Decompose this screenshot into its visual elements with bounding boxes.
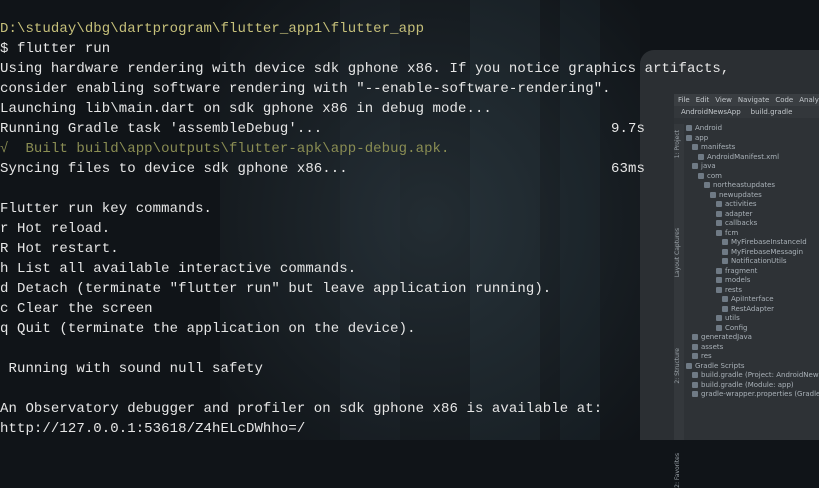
project-tree-label: activities: [725, 200, 757, 208]
terminal-line: d Detach (terminate "flutter run" but le…: [0, 279, 729, 299]
terminal-line-text: c Clear the screen: [0, 301, 153, 317]
ide-menu-item: Analyze: [799, 96, 819, 104]
terminal-line-text: D:\studay\dbg\dartprogram\flutter_app1\f…: [0, 21, 425, 37]
terminal-line-text: Launching lib\main.dart on sdk gphone x8…: [0, 101, 492, 117]
terminal-line: consider enabling software rendering wit…: [0, 79, 729, 99]
terminal-line-text: √ Built build\app\outputs\flutter-apk\ap…: [0, 141, 450, 157]
terminal-line-text: R Hot restart.: [0, 241, 119, 257]
terminal-line-text: consider enabling software rendering wit…: [0, 81, 611, 97]
terminal-line: Syncing files to device sdk gphone x86..…: [0, 159, 729, 179]
terminal-line-text: Using hardware rendering with device sdk…: [0, 61, 730, 77]
elapsed-time: 9.7s: [611, 121, 645, 137]
terminal-line: Launching lib\main.dart on sdk gphone x8…: [0, 99, 729, 119]
ide-menu-item: Code: [775, 96, 794, 104]
terminal-line: √ Built build\app\outputs\flutter-apk\ap…: [0, 139, 729, 159]
terminal-line-text: r Hot reload.: [0, 221, 111, 237]
project-tree-label: MyFirebaseInstanceId: [731, 238, 807, 246]
terminal-line: http://127.0.0.1:53618/Z4hELcDWhho=/: [0, 419, 729, 439]
terminal-line-text: Running Gradle task 'assembleDebug'...: [0, 121, 323, 137]
terminal-line-text: Syncing files to device sdk gphone x86..…: [0, 161, 348, 177]
terminal-line-text: An Observatory debugger and profiler on …: [0, 401, 603, 417]
terminal-line: Running with sound null safety: [0, 359, 729, 379]
terminal-line-text: Flutter run key commands.: [0, 201, 213, 217]
terminal-line: Flutter run key commands.: [0, 199, 729, 219]
ide-side-label: 2: Favorites: [674, 453, 681, 488]
terminal-output: D:\studay\dbg\dartprogram\flutter_app1\f…: [0, 19, 729, 439]
elapsed-time: 63ms: [611, 161, 645, 177]
terminal-line-text: h List all available interactive command…: [0, 261, 357, 277]
project-tree-label: RestAdapter: [731, 304, 775, 313]
project-tree-label: callbacks: [725, 219, 758, 227]
terminal-line-text: Running with sound null safety: [0, 361, 263, 377]
terminal-line: q Quit (terminate the application on the…: [0, 319, 729, 339]
terminal-line: h List all available interactive command…: [0, 259, 729, 279]
project-tree-label: NotificationUtils: [731, 257, 787, 265]
terminal-line: c Clear the screen: [0, 299, 729, 319]
terminal-line: r Hot reload.: [0, 219, 729, 239]
terminal-line-text: d Detach (terminate "flutter run" but le…: [0, 281, 552, 297]
terminal-line: R Hot restart.: [0, 239, 729, 259]
terminal-line: $ flutter run: [0, 39, 729, 59]
terminal-line-text: $ flutter run: [0, 41, 111, 57]
terminal-line: Running Gradle task 'assembleDebug'... 9.…: [0, 119, 729, 139]
terminal-line: Using hardware rendering with device sdk…: [0, 59, 729, 79]
terminal-line-text: q Quit (terminate the application on the…: [0, 321, 416, 337]
project-tree-label: MyFirebaseMessagin: [731, 247, 804, 256]
project-tree-label: ApiInterface: [731, 295, 774, 303]
terminal-line: D:\studay\dbg\dartprogram\flutter_app1\f…: [0, 19, 729, 39]
terminal-line: An Observatory debugger and profiler on …: [0, 399, 729, 419]
project-tree-label: fragment: [725, 266, 758, 275]
terminal-line-text: http://127.0.0.1:53618/Z4hELcDWhho=/: [0, 421, 306, 437]
ide-breadcrumb-item: build.gradle: [750, 108, 793, 116]
ide-menu-item: Navigate: [737, 96, 770, 104]
